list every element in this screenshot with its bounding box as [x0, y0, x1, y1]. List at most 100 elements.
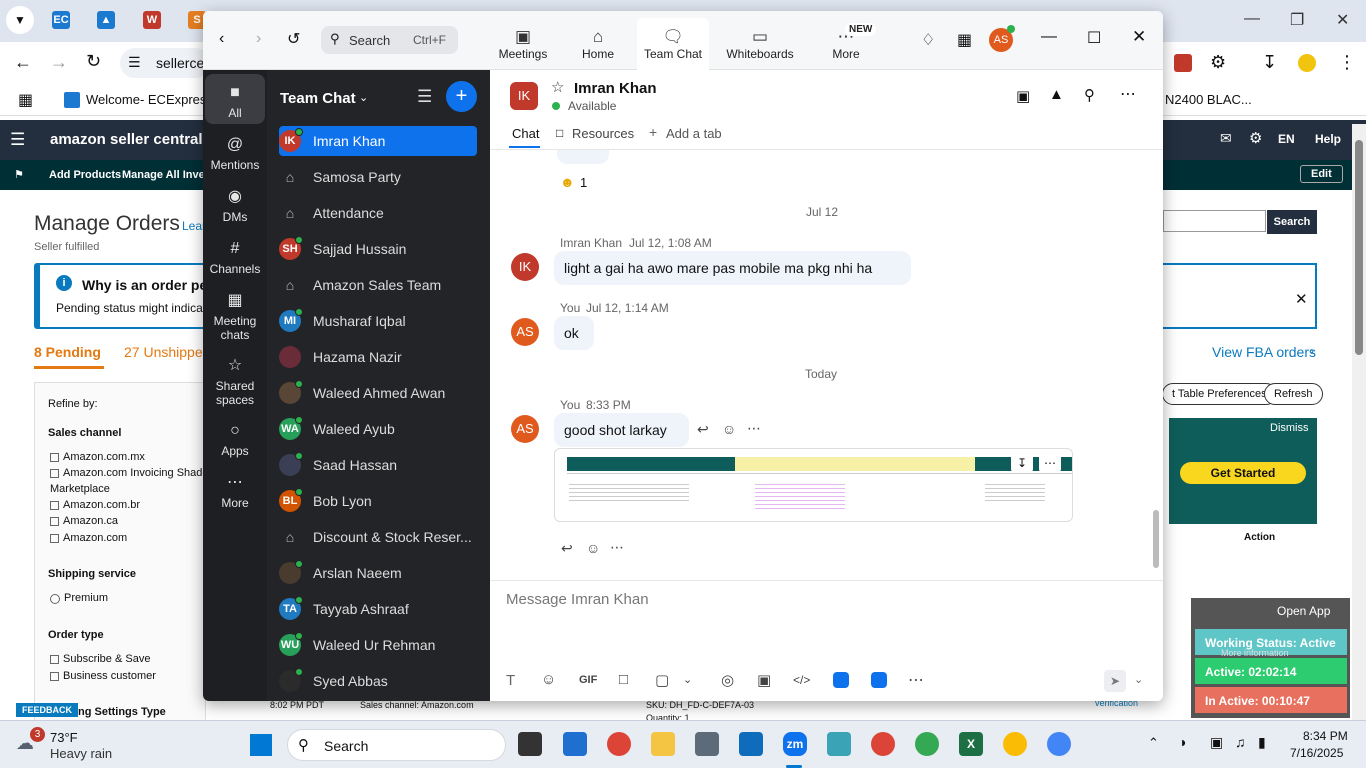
- message-avatar-as[interactable]: AS: [511, 318, 539, 346]
- zoom-app-icon[interactable]: zm: [783, 732, 807, 756]
- bookmark-welcome[interactable]: Welcome- ECExpres...: [86, 92, 217, 107]
- order-type-checkbox-2[interactable]: [50, 672, 59, 681]
- chat-list-item[interactable]: Arslan Naeem: [279, 558, 477, 588]
- chat-list-item[interactable]: MI Musharaf Iqbal: [279, 306, 477, 336]
- rail-mentions[interactable]: @ Mentions: [203, 134, 267, 172]
- channel-checkbox-1[interactable]: [50, 453, 59, 462]
- chat-more-icon[interactable]: ⋯: [1120, 84, 1136, 104]
- chat-search-icon[interactable]: ⚲: [1084, 86, 1095, 104]
- zoom-back-icon[interactable]: ‹: [219, 30, 224, 48]
- chat-list-item[interactable]: ⌂ Attendance: [279, 198, 477, 228]
- pdf-icon[interactable]: [1174, 54, 1192, 72]
- rail-dms[interactable]: ◉ DMs: [203, 186, 267, 224]
- screenshot-attachment[interactable]: ↧ ⋯: [554, 448, 1073, 522]
- zoom-minimize-icon[interactable]: —: [1041, 28, 1057, 46]
- attachment-more-icon[interactable]: ⋯: [1039, 453, 1061, 473]
- dismiss-link[interactable]: Dismiss: [1270, 422, 1309, 434]
- page-scrollbar-thumb[interactable]: [1355, 140, 1363, 355]
- rail-all[interactable]: ■ All: [203, 82, 267, 120]
- nav-team-chat[interactable]: 🗨 Team Chat: [637, 18, 709, 70]
- emoji-icon[interactable]: ☺: [541, 671, 556, 688]
- restore-icon[interactable]: ❐: [1290, 10, 1304, 30]
- tab-icon-red[interactable]: W: [143, 11, 161, 29]
- chat-list-item[interactable]: Waleed Ahmed Awan: [279, 378, 477, 408]
- zoom-close-icon[interactable]: ✕: [1132, 27, 1146, 47]
- nav-meetings[interactable]: ▣ Meetings: [488, 27, 558, 61]
- bell-icon[interactable]: ♢: [921, 30, 935, 50]
- weather-widget[interactable]: ☁ 3 73°F Heavy rain: [14, 727, 214, 763]
- tab-add[interactable]: Add a tab: [666, 126, 722, 141]
- close-icon[interactable]: ✕: [1336, 10, 1349, 30]
- file-explorer-icon[interactable]: [651, 732, 675, 756]
- hamburger-icon[interactable]: ☰: [10, 130, 25, 150]
- chat-list-item[interactable]: ⌂ Discount & Stock Reser...: [279, 522, 477, 552]
- zoom-forward-icon[interactable]: ›: [256, 30, 261, 48]
- bookmark-right[interactable]: N2400 BLAC...: [1165, 92, 1252, 107]
- excel-icon[interactable]: X: [959, 732, 983, 756]
- video-message-icon[interactable]: ▣: [757, 671, 771, 689]
- user-avatar[interactable]: AS: [989, 25, 1015, 52]
- table-preferences-button[interactable]: t Table Preferences: [1162, 383, 1277, 405]
- message-avatar-as[interactable]: AS: [511, 415, 539, 443]
- windows-start-icon[interactable]: [250, 734, 272, 756]
- chat-list-item[interactable]: WA Waleed Ayub: [279, 414, 477, 444]
- calculator-icon[interactable]: [695, 732, 719, 756]
- tab-pending[interactable]: 8 Pending: [34, 344, 101, 360]
- team-chat-title[interactable]: Team Chat: [280, 90, 356, 107]
- compose-input[interactable]: Message Imran Khan: [506, 591, 649, 608]
- amazon-logo[interactable]: amazon seller central: [50, 131, 203, 148]
- download-attachment-icon[interactable]: ↧: [1011, 453, 1033, 473]
- message-more-icon[interactable]: ⋯: [610, 539, 624, 556]
- microphone-icon[interactable]: ◎: [721, 671, 734, 689]
- tab-menu-button[interactable]: ▼: [6, 6, 34, 34]
- back-icon[interactable]: ←: [14, 52, 32, 73]
- browser-menu-icon[interactable]: ⋮: [1338, 52, 1356, 73]
- chrome-icon[interactable]: [607, 732, 631, 756]
- url-field[interactable]: ☰ sellerce: [120, 48, 210, 78]
- add-reaction-icon[interactable]: ☺: [722, 421, 736, 437]
- tab-icon-blue[interactable]: ▲: [97, 11, 115, 29]
- tab-resources[interactable]: Resources: [572, 126, 634, 141]
- zoom-search-box[interactable]: ⚲ Search Ctrl+F: [321, 26, 458, 54]
- more-info-link[interactable]: More information: [1221, 648, 1289, 658]
- tab-chat[interactable]: Chat: [512, 126, 539, 141]
- channel-checkbox-5[interactable]: [50, 534, 59, 543]
- task-view-icon[interactable]: [518, 732, 542, 756]
- profile-icon[interactable]: [1298, 54, 1316, 72]
- chat-header-name[interactable]: Imran Khan: [574, 80, 657, 97]
- chat-list-item[interactable]: BL Bob Lyon: [279, 486, 477, 516]
- send-options-icon[interactable]: ⌄: [1134, 673, 1143, 686]
- rail-more[interactable]: ⋯ More: [203, 472, 267, 510]
- apps-grid-icon[interactable]: ▦: [18, 90, 33, 110]
- reply-icon[interactable]: ↩: [697, 421, 709, 438]
- channel-checkbox-2[interactable]: [50, 469, 59, 478]
- nav-add-products[interactable]: Add Products: [49, 169, 121, 181]
- rail-shared-spaces[interactable]: ☆ Shared spaces: [203, 355, 267, 407]
- reload-icon[interactable]: ↻: [86, 51, 101, 72]
- chrome-profile-icon-2[interactable]: [915, 732, 939, 756]
- code-icon[interactable]: </>: [793, 673, 810, 687]
- rail-channels[interactable]: # Channels: [203, 238, 267, 276]
- rail-meeting-chats[interactable]: ▦ Meeting chats: [203, 290, 267, 342]
- volume-icon[interactable]: ♫: [1235, 734, 1246, 750]
- clock-date[interactable]: 7/16/2025: [1290, 746, 1343, 760]
- chevron-down-icon[interactable]: ⌄: [683, 673, 692, 686]
- calendar-app-icon[interactable]: ▦: [957, 30, 972, 50]
- gif-icon[interactable]: GIF: [579, 674, 597, 686]
- clock-time[interactable]: 8:34 PM: [1303, 729, 1348, 743]
- nav-home[interactable]: ⌂ Home: [563, 27, 633, 61]
- chevron-up-icon[interactable]: ⌃: [1148, 735, 1159, 751]
- outlook-icon[interactable]: [739, 732, 763, 756]
- help-link[interactable]: Help: [1315, 132, 1341, 146]
- reply-icon[interactable]: ↩: [561, 540, 573, 557]
- filter-icon[interactable]: ☰: [417, 87, 432, 107]
- page-scrollbar[interactable]: [1352, 124, 1366, 720]
- mail-icon[interactable]: ✉: [1220, 130, 1232, 147]
- add-reaction-icon[interactable]: ☺: [586, 540, 600, 556]
- minimize-icon[interactable]: —: [1244, 10, 1260, 28]
- rail-apps[interactable]: ○ Apps: [203, 420, 267, 458]
- banner-close-icon[interactable]: ✕: [1295, 290, 1308, 308]
- chat-list-item[interactable]: ⌂ Amazon Sales Team: [279, 270, 477, 300]
- refresh-button[interactable]: Refresh: [1264, 383, 1323, 405]
- nav-whiteboards[interactable]: ▭ Whiteboards: [720, 27, 800, 61]
